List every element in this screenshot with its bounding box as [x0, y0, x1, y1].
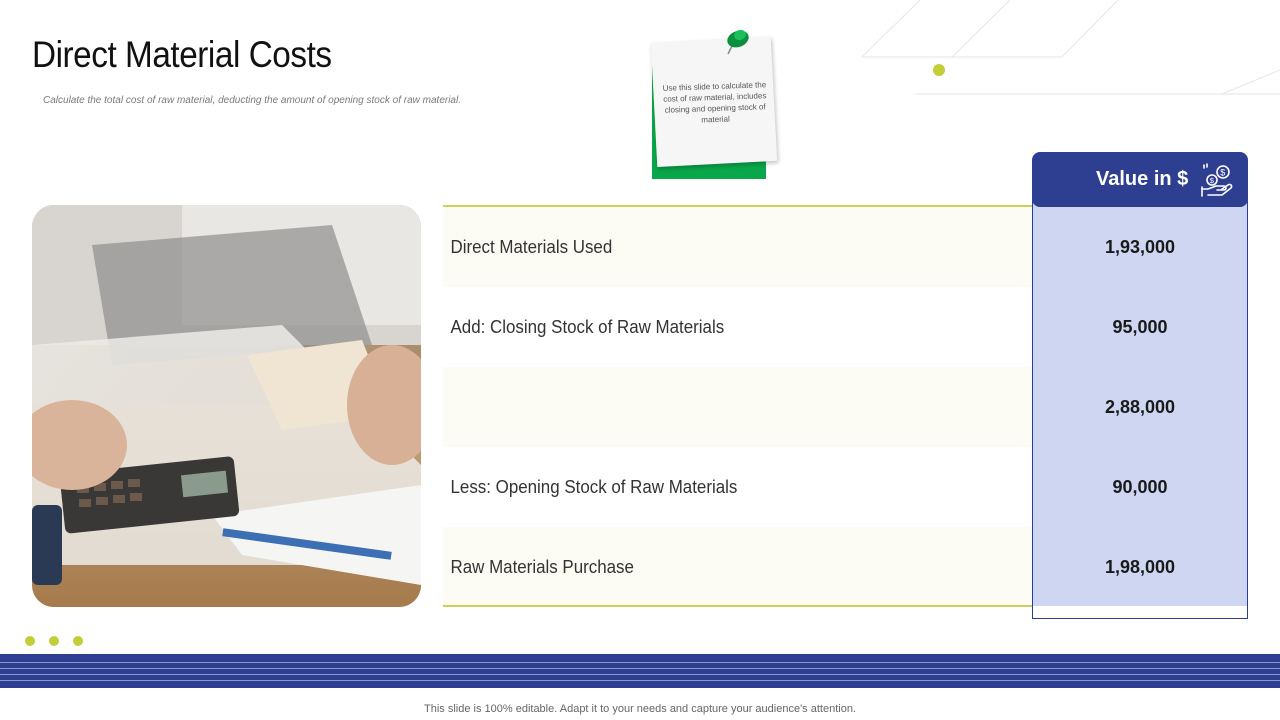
- band-stripe: [0, 680, 1280, 681]
- band-stripe: [0, 674, 1280, 675]
- row-label: Raw Materials Purchase: [450, 556, 634, 577]
- value-cell: 1,98,000: [1104, 556, 1176, 577]
- value-cell: 90,000: [1112, 476, 1168, 497]
- decorative-dot: [933, 64, 945, 76]
- photo-illustration: [32, 205, 421, 607]
- value-cell: 1,93,000: [1104, 236, 1176, 257]
- footer-band: [0, 654, 1280, 688]
- row-label: Direct Materials Used: [450, 236, 613, 257]
- value-header-label: Value in $: [1096, 168, 1189, 190]
- band-stripe: [0, 662, 1280, 663]
- dot: [73, 636, 83, 646]
- footer-text: This slide is 100% editable. Adapt it to…: [424, 703, 856, 715]
- office-photo: [32, 205, 421, 607]
- value-header: Value in $ $ $: [1032, 152, 1248, 207]
- sticky-note-text: Use this slide to calculate the cost of …: [662, 80, 767, 125]
- page-subtitle: Calculate the total cost of raw material…: [43, 95, 461, 106]
- value-cell: 2,88,000: [1104, 396, 1176, 417]
- svg-text:$: $: [1210, 176, 1215, 185]
- decorative-dots: [25, 636, 83, 646]
- table-row: Raw Materials Purchase: [443, 527, 1033, 607]
- dot: [25, 636, 35, 646]
- dot: [49, 636, 59, 646]
- table-row: Add: Closing Stock of Raw Materials: [443, 287, 1033, 367]
- band-stripe: [0, 668, 1280, 669]
- pushpin-icon: [727, 29, 749, 55]
- value-cell: 95,000: [1112, 316, 1168, 337]
- page-title: Direct Material Costs: [32, 34, 332, 75]
- row-label: Add: Closing Stock of Raw Materials: [450, 316, 725, 337]
- table-row: Less: Opening Stock of Raw Materials: [443, 447, 1033, 527]
- money-hand-icon: $ $: [1201, 163, 1233, 197]
- row-label: Less: Opening Stock of Raw Materials: [450, 476, 738, 497]
- svg-text:$: $: [1220, 168, 1225, 178]
- table-row: Direct Materials Used: [443, 207, 1033, 287]
- table-row: [443, 367, 1033, 447]
- table-bottom-border: [443, 605, 1033, 607]
